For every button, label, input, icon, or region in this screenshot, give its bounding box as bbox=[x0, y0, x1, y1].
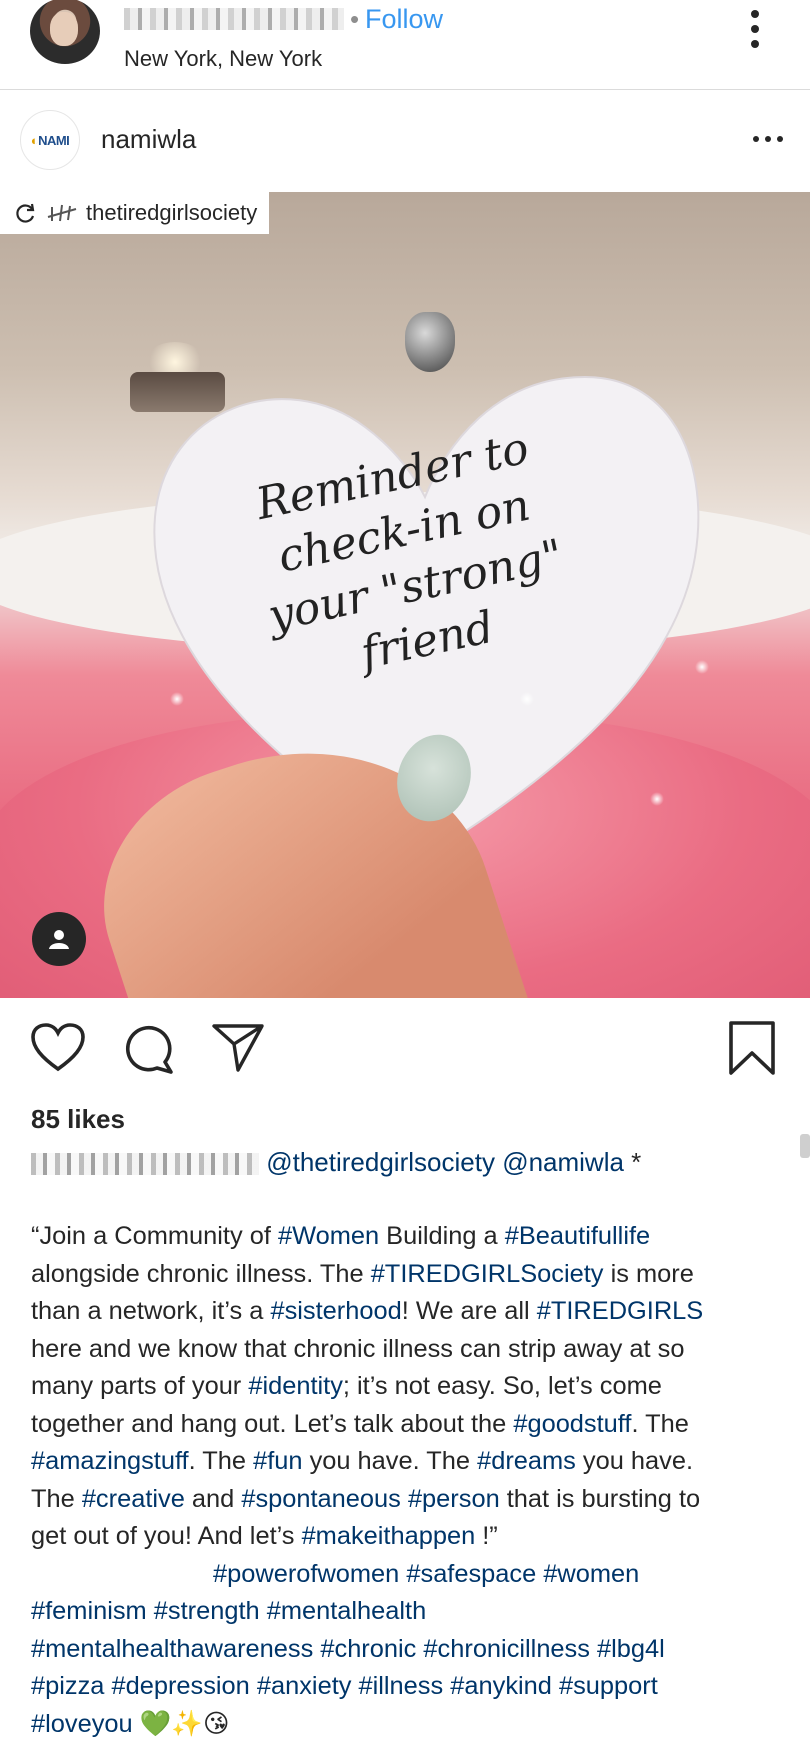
follow-button[interactable]: Follow bbox=[365, 4, 443, 35]
caption-line: get out of you! And let’s #makeithappen … bbox=[31, 1522, 498, 1550]
hashtag[interactable]: #person bbox=[408, 1485, 500, 1513]
scrollbar[interactable] bbox=[800, 1134, 810, 1158]
shared-post-header: ◐NAMI namiwla bbox=[0, 100, 810, 180]
sparkles-emoji-icon: ✨ bbox=[171, 1709, 203, 1738]
hashtag[interactable]: #powerofwomen bbox=[213, 1560, 399, 1588]
caption-header: @thetiredgirlsociety @namiwla * bbox=[31, 1145, 641, 1179]
caption-line: “Join a Community of #Women Building a #… bbox=[31, 1222, 651, 1250]
hashtag[interactable]: #mentalhealth bbox=[267, 1597, 427, 1625]
more-horizontal-icon[interactable] bbox=[753, 136, 783, 146]
green-heart-emoji-icon: 💚 bbox=[139, 1709, 172, 1738]
hashtag[interactable]: #Women bbox=[278, 1222, 379, 1250]
bookmark-icon[interactable] bbox=[724, 1020, 780, 1076]
nami-logo-text: ◐NAMI bbox=[30, 132, 70, 148]
author-avatar[interactable] bbox=[30, 0, 100, 64]
hashtag[interactable]: #chronicillness bbox=[423, 1635, 590, 1663]
hashtag[interactable]: #safespace bbox=[406, 1560, 536, 1588]
hashtag[interactable]: #makeithappen bbox=[302, 1522, 476, 1550]
comment-icon[interactable] bbox=[120, 1020, 176, 1076]
hashtag[interactable]: #chronic bbox=[320, 1635, 416, 1663]
hashtag[interactable]: #sisterhood bbox=[270, 1297, 401, 1325]
post-image[interactable]: Reminder to check-in on your "strong" fr… bbox=[0, 192, 810, 998]
likes-count[interactable]: 85 likes bbox=[31, 1104, 125, 1135]
caption-line: #pizza #depression #anxiety #illness #an… bbox=[31, 1668, 791, 1706]
hashtag[interactable]: #illness bbox=[359, 1672, 444, 1700]
repost-app-logo-icon bbox=[46, 203, 78, 223]
author-name-redacted[interactable] bbox=[124, 8, 344, 30]
hashtag[interactable]: #TIREDGIRLSociety bbox=[371, 1260, 604, 1288]
sparkle bbox=[650, 792, 664, 806]
caption-line: than a network, it’s a #sisterhood! We a… bbox=[31, 1297, 704, 1325]
repost-icon bbox=[12, 201, 38, 225]
hashtag[interactable]: #women bbox=[543, 1560, 639, 1588]
caption-line: The #creative and #spontaneous #person t… bbox=[31, 1484, 701, 1513]
sparkle bbox=[170, 692, 184, 706]
shared-account-username[interactable]: namiwla bbox=[101, 124, 196, 155]
hashtag[interactable]: #spontaneous bbox=[241, 1485, 401, 1513]
repost-attribution[interactable]: thetiredgirlsociety bbox=[0, 192, 270, 234]
mention-link[interactable]: @namiwla bbox=[502, 1147, 624, 1177]
caption-line: together and hang out. Let’s talk about … bbox=[31, 1409, 689, 1438]
hashtag[interactable]: #goodstuff bbox=[513, 1410, 631, 1438]
hashtag[interactable]: #support bbox=[559, 1672, 658, 1700]
caption-line: #feminism #strength #mentalhealth bbox=[31, 1593, 791, 1631]
caption-line: many parts of your #identity; it’s not e… bbox=[31, 1372, 662, 1400]
share-icon[interactable] bbox=[210, 1020, 266, 1076]
sparkle bbox=[695, 660, 709, 674]
caption-author-redacted[interactable] bbox=[31, 1153, 259, 1176]
user-tag-icon[interactable] bbox=[32, 912, 86, 966]
hashtag[interactable]: #feminism bbox=[31, 1597, 147, 1625]
hashtag[interactable]: #strength bbox=[154, 1597, 260, 1625]
post-caption: “Join a Community of #Women Building a #… bbox=[31, 1218, 791, 1743]
hashtag[interactable]: #fun bbox=[253, 1447, 302, 1475]
caption-line: alongside chronic illness. The #TIREDGIR… bbox=[31, 1259, 694, 1288]
hashtag[interactable]: #pizza bbox=[31, 1672, 104, 1700]
hashtag[interactable]: #lbg4l bbox=[597, 1635, 665, 1663]
shared-account-avatar[interactable]: ◐NAMI bbox=[20, 110, 80, 170]
hashtag[interactable]: #depression bbox=[111, 1672, 249, 1700]
caption-line: #mentalhealthawareness #chronic #chronic… bbox=[31, 1631, 791, 1669]
hashtag[interactable]: #Beautifullife bbox=[505, 1222, 650, 1250]
more-vertical-icon[interactable] bbox=[745, 10, 765, 54]
kiss-emoji-icon: 😘 bbox=[202, 1709, 230, 1738]
caption-line: #loveyou 💚✨😘 bbox=[31, 1706, 791, 1744]
hashtag[interactable]: #anykind bbox=[450, 1672, 552, 1700]
hashtag[interactable]: #anxiety bbox=[257, 1672, 352, 1700]
hashtag[interactable]: #TIREDGIRLS bbox=[537, 1297, 704, 1325]
hashtag[interactable]: #identity bbox=[248, 1372, 343, 1400]
caption-line: #amazingstuff. The #fun you have. The #d… bbox=[31, 1447, 694, 1475]
hashtag[interactable]: #amazingstuff bbox=[31, 1447, 189, 1475]
post-action-bar bbox=[0, 1020, 810, 1080]
caption-line: here and we know that chronic illness ca… bbox=[31, 1334, 685, 1363]
follow-separator: • bbox=[350, 4, 360, 34]
hashtag[interactable]: #dreams bbox=[477, 1447, 576, 1475]
hashtag[interactable]: #creative bbox=[82, 1485, 185, 1513]
mention-link[interactable]: @thetiredgirlsociety bbox=[266, 1147, 495, 1177]
post-location[interactable]: New York, New York bbox=[124, 46, 322, 72]
attribution-username[interactable]: thetiredgirlsociety bbox=[86, 200, 257, 226]
hashtag[interactable]: #mentalhealthawareness bbox=[31, 1635, 313, 1663]
heart-icon[interactable] bbox=[30, 1020, 86, 1076]
hashtag[interactable]: #loveyou bbox=[31, 1710, 133, 1738]
sparkle bbox=[520, 692, 534, 706]
caption-line: #powerofwomen #safespace #women bbox=[31, 1556, 791, 1594]
post-author-header: • Follow New York, New York bbox=[0, 0, 810, 90]
caption-suffix: * bbox=[623, 1147, 642, 1177]
